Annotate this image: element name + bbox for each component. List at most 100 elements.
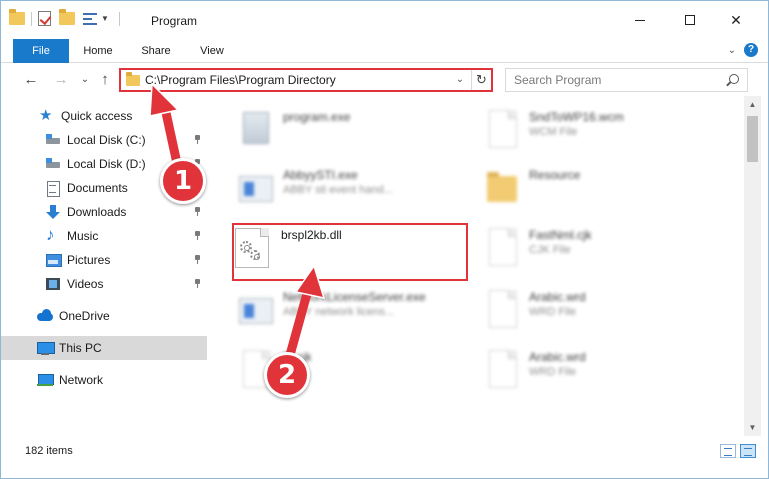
file-type: ABBY network licens... xyxy=(283,306,395,318)
vertical-scrollbar[interactable]: ▲ ▼ xyxy=(744,96,761,436)
highlight-target-file xyxy=(232,223,468,281)
step-badge-2: 2 xyxy=(264,352,310,398)
search-box[interactable] xyxy=(505,68,748,92)
search-icon[interactable] xyxy=(729,74,739,84)
scroll-down-icon[interactable]: ▼ xyxy=(744,419,761,436)
file-name: AbbyySTI.exe xyxy=(283,168,358,182)
list-item[interactable]: AbbyySTI.exe ABBY sti event hand... xyxy=(231,160,471,216)
address-path[interactable]: C:\Program Files\Program Directory xyxy=(145,73,336,87)
pin-icon xyxy=(194,231,201,240)
downloads-icon xyxy=(45,204,61,220)
file-type: CJK File xyxy=(529,244,571,256)
folder-icon xyxy=(9,9,25,25)
folder-icon xyxy=(485,168,519,208)
this-pc-icon xyxy=(37,340,55,356)
app-icon xyxy=(239,168,273,208)
disk-icon xyxy=(45,156,61,172)
list-item[interactable]: Arabic.wrd WRD File xyxy=(477,282,717,338)
file-type: WCM File xyxy=(529,126,578,138)
file-name: Arabic.wrd xyxy=(529,350,586,364)
file-icon xyxy=(485,110,519,150)
file-type: WRD File xyxy=(529,366,577,378)
navigation-pane: Quick access Local Disk (C:) Local Disk … xyxy=(1,96,207,436)
file-type: WRD File xyxy=(529,306,577,318)
sidebar-item-label: This PC xyxy=(59,341,102,355)
forward-button[interactable]: → xyxy=(51,69,71,89)
sidebar-item-quick-access[interactable]: Quick access xyxy=(1,104,207,128)
network-icon xyxy=(37,372,54,388)
minimize-icon xyxy=(635,19,645,21)
sidebar-item-local-disk-c[interactable]: Local Disk (C:) xyxy=(1,128,207,152)
list-item[interactable]: Arabic.wrd WRD File xyxy=(477,342,717,398)
close-button[interactable]: ✕ xyxy=(713,5,759,35)
pin-icon xyxy=(194,255,201,264)
sidebar-item-music[interactable]: Music xyxy=(1,224,207,248)
new-folder-icon[interactable] xyxy=(59,9,75,25)
onedrive-icon xyxy=(37,308,53,324)
videos-icon xyxy=(45,276,61,292)
sidebar-item-label: Downloads xyxy=(67,205,127,219)
disk-icon xyxy=(45,132,61,148)
properties-check-icon[interactable] xyxy=(38,11,51,26)
file-type: ABBY sti event hand... xyxy=(283,184,393,196)
maximize-button[interactable] xyxy=(667,5,713,35)
pin-icon xyxy=(194,279,201,288)
title-bar: ▼ Program ✕ xyxy=(1,1,768,39)
ribbon-controls: ⌄ ? xyxy=(728,43,758,57)
customize-list-icon[interactable] xyxy=(83,12,97,26)
scroll-thumb[interactable] xyxy=(747,116,758,162)
sidebar-item-label: Quick access xyxy=(61,109,133,123)
folder-icon xyxy=(126,72,140,86)
sidebar-item-label: Local Disk (C:) xyxy=(67,133,146,147)
tab-file[interactable]: File xyxy=(13,39,69,63)
file-name: FastNml.cjk xyxy=(529,228,592,242)
tab-share[interactable]: Share xyxy=(133,39,179,63)
qat-dropdown-icon[interactable]: ▼ xyxy=(101,14,109,23)
list-item[interactable]: SndToWP16.wcm WCM File xyxy=(477,102,717,158)
file-name: SndToWP16.wcm xyxy=(529,110,624,124)
sidebar-item-network[interactable]: Network xyxy=(1,368,207,392)
file-name: Arabic.wrd xyxy=(529,290,586,304)
close-icon: ✕ xyxy=(730,11,742,28)
quick-access-toolbar: ▼ xyxy=(9,9,122,26)
star-icon xyxy=(39,106,55,124)
status-bar: 182 items xyxy=(1,438,768,466)
minimize-button[interactable] xyxy=(617,5,663,35)
sidebar-item-label: OneDrive xyxy=(59,309,110,323)
sidebar-item-label: Pictures xyxy=(67,253,111,267)
exe-icon xyxy=(239,110,273,150)
list-item[interactable]: NetworkLicenseServer.exe ABBY network li… xyxy=(231,282,471,338)
scroll-up-icon[interactable]: ▲ xyxy=(744,96,761,113)
list-item[interactable]: program.exe xyxy=(231,102,471,158)
pictures-icon xyxy=(45,252,62,268)
large-icons-view-icon[interactable] xyxy=(740,444,756,458)
search-input[interactable] xyxy=(514,72,714,88)
tab-view[interactable]: View xyxy=(191,39,233,63)
view-toggle xyxy=(720,444,756,458)
back-button[interactable]: ← xyxy=(21,69,41,89)
sidebar-item-this-pc[interactable]: This PC xyxy=(1,336,207,360)
list-item[interactable]: FastNml.cjk CJK File xyxy=(477,220,717,276)
navigation-bar: ← → ⌄ ↑ C:\Program Files\Program Directo… xyxy=(1,63,768,95)
recent-locations-button[interactable]: ⌄ xyxy=(75,69,95,89)
sidebar-item-videos[interactable]: Videos xyxy=(1,272,207,296)
pin-icon xyxy=(194,135,201,144)
details-view-icon[interactable] xyxy=(720,444,736,458)
sidebar-item-onedrive[interactable]: OneDrive xyxy=(1,304,207,328)
sidebar-item-downloads[interactable]: Downloads xyxy=(1,200,207,224)
step-badge-1: 1 xyxy=(160,158,206,204)
sidebar-item-label: Music xyxy=(67,229,99,243)
list-item[interactable]: Resource xyxy=(477,160,717,216)
address-dropdown-icon[interactable]: ⌄ xyxy=(453,72,467,88)
help-icon[interactable]: ? xyxy=(744,43,758,57)
file-name: program.exe xyxy=(283,110,351,124)
refresh-icon[interactable]: ↻ xyxy=(471,70,491,90)
file-icon xyxy=(485,350,519,390)
address-bar[interactable]: C:\Program Files\Program Directory ⌄ ↻ xyxy=(119,68,493,92)
toolbar-separator xyxy=(31,11,32,26)
app-icon xyxy=(239,290,273,330)
chevron-down-icon[interactable]: ⌄ xyxy=(728,45,736,56)
up-button[interactable]: ↑ xyxy=(95,69,115,89)
sidebar-item-pictures[interactable]: Pictures xyxy=(1,248,207,272)
tab-home[interactable]: Home xyxy=(75,39,121,63)
